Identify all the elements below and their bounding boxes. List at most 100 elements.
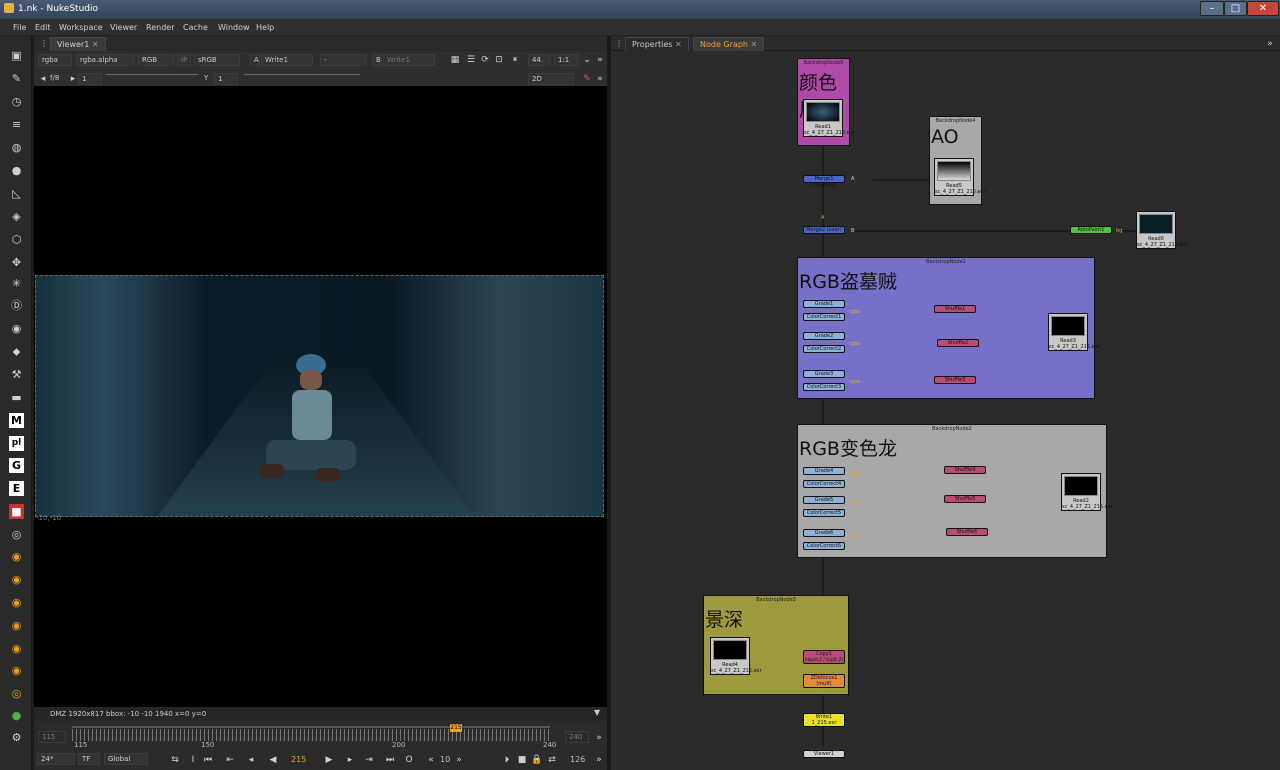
in-point-icon[interactable]: I xyxy=(188,755,198,765)
minimize-icon[interactable]: – xyxy=(1200,1,1224,16)
deep-icon[interactable]: Ⓓ xyxy=(9,298,24,313)
grade5-node[interactable]: Grade5 xyxy=(803,496,845,504)
menu-viewer[interactable]: Viewer xyxy=(110,23,137,32)
zdefocus1-node[interactable]: ZDefocus1 (mult) xyxy=(803,674,845,688)
sync-icon[interactable]: ⇆ xyxy=(170,755,180,765)
colorcorrect2-node[interactable]: ColorCorrect2 xyxy=(803,345,845,353)
roi-icon[interactable]: ⊡ xyxy=(494,55,504,65)
grade4-node[interactable]: Grade4 xyxy=(803,467,845,475)
menu-help[interactable]: Help xyxy=(256,23,274,32)
plugin-e-icon[interactable]: E xyxy=(9,481,24,496)
read1-node[interactable]: Read1 sc_4_27_Z1_215.exr xyxy=(803,99,855,137)
copy1-node[interactable]: Copy1 (depth.Z / depth.Z) xyxy=(803,650,845,664)
other-icon[interactable]: ▬ xyxy=(9,390,24,405)
gain-field[interactable]: 1 xyxy=(78,73,102,85)
close-tab-icon[interactable]: ✕ xyxy=(92,40,99,49)
proxy-ratio-dropdown[interactable]: 1:1 xyxy=(554,54,578,66)
grade3-node[interactable]: Grade3 xyxy=(803,370,845,378)
read4-node[interactable]: Read4 sc_4_27_Z1_215.exr xyxy=(710,637,762,675)
shuffle5-node[interactable]: Shuffle5 xyxy=(944,495,986,503)
colorspace-dropdown[interactable]: sRGB xyxy=(194,54,240,66)
colorcorrect5-node[interactable]: ColorCorrect5 xyxy=(803,509,845,517)
shuffle2-node[interactable]: Shuffle2 xyxy=(937,339,979,347)
next-keyframe-icon[interactable]: ⇥ xyxy=(364,755,374,765)
channels-dropdown[interactable]: rgba xyxy=(38,54,72,66)
ip-toggle[interactable]: IP xyxy=(177,54,191,66)
tab-viewer1[interactable]: Viewer1 ✕ xyxy=(50,37,106,51)
shuffle3-node[interactable]: Shuffle3 xyxy=(934,376,976,384)
menu-render[interactable]: Render xyxy=(146,23,174,32)
composite-dropdown[interactable]: - xyxy=(320,54,366,66)
viewer-canvas[interactable]: -10,-10 xyxy=(34,86,607,707)
view-mode-dropdown[interactable]: 2D xyxy=(528,73,574,85)
current-frame[interactable]: 215 xyxy=(291,755,306,764)
menu-workspace[interactable]: Workspace xyxy=(59,23,103,32)
3d-icon[interactable]: ⬡ xyxy=(9,232,24,247)
close-icon[interactable]: ✕ xyxy=(1247,1,1279,16)
merge1-node[interactable]: Merge1 (multiply) xyxy=(803,175,845,188)
prev-frame-icon[interactable]: ◂ xyxy=(246,755,256,765)
first-frame-icon[interactable]: ⏮ xyxy=(203,755,213,765)
b-input-dropdown[interactable]: Write1 xyxy=(383,54,435,66)
plugin-m-icon[interactable]: M xyxy=(9,413,24,428)
overlay-icon[interactable]: ▦ xyxy=(450,55,460,65)
plugin-spiral-icon[interactable]: ◎ xyxy=(9,527,24,542)
a-input-dropdown[interactable]: Write1 xyxy=(261,54,313,66)
colorcorrect3-node[interactable]: ColorCorrect3 xyxy=(803,383,845,391)
plugin-green-icon[interactable]: ● xyxy=(9,708,24,723)
read5-node[interactable]: Read5 sc_4_27_Z1_215.exr xyxy=(934,158,986,196)
transform-icon[interactable]: ✥ xyxy=(9,255,24,270)
maximize-icon[interactable]: □ xyxy=(1224,1,1247,16)
plugin-flame4-icon[interactable]: ◉ xyxy=(9,618,24,633)
skip-forward-icon[interactable]: » xyxy=(454,755,464,765)
fstop-next-icon[interactable]: ▸ xyxy=(68,74,78,84)
in-frame-field[interactable]: 115 xyxy=(38,731,66,743)
zoom-dropdown[interactable]: 44. xyxy=(528,54,550,66)
colorcorrect1-node[interactable]: ColorCorrect1 xyxy=(803,313,845,321)
out-frame-field[interactable]: 240 xyxy=(565,731,589,743)
pick-color-icon[interactable]: ✎ xyxy=(582,74,592,84)
image-icon[interactable]: ▣ xyxy=(9,48,24,63)
menu-file[interactable]: File xyxy=(13,23,26,32)
menu-edit[interactable]: Edit xyxy=(35,23,51,32)
chevron-down-icon[interactable]: ⌄ xyxy=(582,55,592,65)
out-point-icon[interactable]: O xyxy=(404,755,414,765)
stop-icon[interactable]: ■ xyxy=(517,755,527,765)
colorcorrect6-node[interactable]: ColorCorrect6 xyxy=(803,542,845,550)
node-graph-canvas[interactable]: BackdropNode5 颜色层 BackdropNode4 AO Backd… xyxy=(611,51,1280,770)
next-frame-icon[interactable]: ▸ xyxy=(345,755,355,765)
particles-icon[interactable]: ✳ xyxy=(9,276,24,291)
rgb-dropdown[interactable]: RGB xyxy=(138,54,174,66)
plugin-rings-icon[interactable]: ◎ xyxy=(9,686,24,701)
play-backward-icon[interactable]: ◀ xyxy=(268,755,278,765)
plugin-gear-icon[interactable]: ⚙ xyxy=(9,730,24,745)
close-tab-icon[interactable]: ✕ xyxy=(675,40,682,49)
grade6-node[interactable]: Grade6 xyxy=(803,529,845,537)
views-icon[interactable]: ◉ xyxy=(9,321,24,336)
color-icon[interactable]: ◍ xyxy=(9,140,24,155)
menu-window[interactable]: Window xyxy=(218,23,250,32)
playhead-marker[interactable]: 215 xyxy=(450,724,462,732)
lock-icon[interactable]: 🔒 xyxy=(531,755,542,765)
guides-icon[interactable]: ☰ xyxy=(466,55,476,65)
metadata-icon[interactable]: ⬥ xyxy=(9,344,24,359)
merge-icon[interactable]: ◈ xyxy=(9,209,24,224)
tab-properties[interactable]: Properties ✕ xyxy=(625,37,689,51)
toolsets-icon[interactable]: ⚒ xyxy=(9,367,24,382)
status-menu-icon[interactable]: ▼ xyxy=(594,708,600,717)
colorcorrect4-node[interactable]: ColorCorrect4 xyxy=(803,480,845,488)
merge2-node[interactable]: Merge2 (over) xyxy=(803,226,845,234)
pause-icon[interactable]: ⏸ xyxy=(510,55,520,65)
plugin-g-icon[interactable]: G xyxy=(9,458,24,473)
time-icon[interactable]: ◷ xyxy=(9,94,24,109)
tab-node-graph[interactable]: Node Graph ✕ xyxy=(693,37,765,51)
alpha-dropdown[interactable]: rgba.alpha xyxy=(76,54,134,66)
play-forward-icon[interactable]: ▶ xyxy=(324,755,334,765)
rotopaint1-node[interactable]: RotoPaint1 xyxy=(1070,226,1112,234)
prev-keyframe-icon[interactable]: ⇤ xyxy=(225,755,235,765)
shuffle6-node[interactable]: Shuffle6 xyxy=(946,528,988,536)
gamma-slider[interactable] xyxy=(244,74,360,83)
read3-node[interactable]: Read3 sc_4_27_Z1_215.exr xyxy=(1048,313,1100,351)
tf-dropdown[interactable]: TF xyxy=(78,753,100,765)
channel-icon[interactable]: ≡ xyxy=(9,117,24,132)
